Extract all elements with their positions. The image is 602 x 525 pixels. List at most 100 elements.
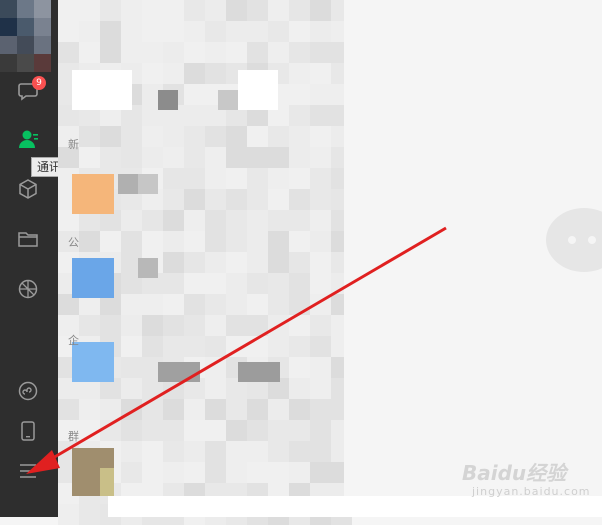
mosaic-cell <box>268 441 289 462</box>
mosaic-cell <box>268 21 289 42</box>
mosaic-cell <box>184 63 205 84</box>
mosaic-cell <box>205 357 226 378</box>
folder-icon[interactable] <box>17 228 39 250</box>
mosaic-cell <box>205 273 226 294</box>
wechat-logo-icon <box>546 208 602 272</box>
mosaic-cell <box>226 42 247 63</box>
miniprogram-icon[interactable] <box>17 380 39 402</box>
mosaic-cell <box>205 336 226 357</box>
section-glyph-group: 群 <box>68 430 79 443</box>
mosaic-cell <box>289 168 310 189</box>
mosaic-cell <box>184 420 205 441</box>
mosaic-cell <box>310 420 331 441</box>
mosaic-cell <box>142 147 163 168</box>
mosaic-cell <box>121 210 142 231</box>
mosaic-cell <box>163 42 184 63</box>
mosaic-cell <box>79 126 100 147</box>
mosaic-cell <box>310 441 331 462</box>
mosaic-cell <box>100 0 121 21</box>
mosaic-cell <box>289 21 310 42</box>
mosaic-cell <box>163 420 184 441</box>
mosaic-cell <box>184 189 205 210</box>
mosaic-cell <box>268 336 289 357</box>
mosaic-cell <box>184 252 205 273</box>
mosaic-cell <box>142 21 163 42</box>
mosaic-cell <box>142 63 163 84</box>
mosaic-cell <box>289 42 310 63</box>
mosaic-cell <box>205 63 226 84</box>
mosaic-cell <box>289 315 310 336</box>
mosaic-cell <box>226 420 247 441</box>
mosaic-cell <box>205 189 226 210</box>
mosaic-cell <box>310 336 331 357</box>
mosaic-cell <box>121 21 142 42</box>
mosaic-cell <box>184 294 205 315</box>
mosaic-accent <box>72 258 114 298</box>
mosaic-cell <box>184 147 205 168</box>
mosaic-cell <box>310 63 331 84</box>
mosaic-cell <box>310 168 331 189</box>
mosaic-cell <box>121 441 142 462</box>
section-glyph-new: 新 <box>68 138 79 151</box>
mosaic-cell <box>142 231 163 252</box>
mosaic-cell <box>268 273 289 294</box>
mosaic-cell <box>310 21 331 42</box>
mosaic-cell <box>184 84 205 105</box>
mosaic-cell <box>184 462 205 483</box>
menu-icon[interactable] <box>17 460 39 482</box>
mosaic-cell <box>121 315 142 336</box>
mosaic-cell <box>100 399 121 420</box>
mosaic-cell <box>163 294 184 315</box>
mosaic-cell <box>310 231 331 252</box>
mosaic-cell <box>226 315 247 336</box>
mosaic-cell <box>121 294 142 315</box>
mosaic-cell <box>79 420 100 441</box>
moments-icon[interactable] <box>17 278 39 300</box>
contact-list[interactable]: 新 公 企 群 <box>58 0 352 525</box>
mosaic-cell <box>184 210 205 231</box>
mosaic-cell <box>247 441 268 462</box>
mosaic-cell <box>184 126 205 147</box>
mosaic-cell <box>184 0 205 21</box>
mosaic-cell <box>310 399 331 420</box>
mosaic-cell <box>58 21 79 42</box>
mosaic-cell <box>205 168 226 189</box>
mosaic-cell <box>184 399 205 420</box>
contacts-icon[interactable] <box>17 128 39 150</box>
unread-badge: 9 <box>32 76 46 90</box>
mosaic-cell <box>184 273 205 294</box>
mosaic-cell <box>79 504 100 525</box>
mosaic-cell <box>58 399 79 420</box>
mosaic-cell <box>310 273 331 294</box>
mosaic-cell <box>142 0 163 21</box>
mosaic-cell <box>79 231 100 252</box>
mosaic-cell <box>100 231 121 252</box>
phone-icon[interactable] <box>17 420 39 442</box>
mosaic-cell <box>205 378 226 399</box>
mosaic-cell <box>226 168 247 189</box>
mosaic-cell <box>226 0 247 21</box>
mosaic-cell <box>310 0 331 21</box>
mosaic-cell <box>142 462 163 483</box>
mosaic-cell <box>163 21 184 42</box>
avatar[interactable] <box>0 0 52 72</box>
cube-icon[interactable] <box>17 178 39 200</box>
mosaic-cell <box>100 420 121 441</box>
mosaic-cell <box>289 231 310 252</box>
mosaic-cell <box>310 294 331 315</box>
mosaic-cell <box>184 21 205 42</box>
baidu-watermark: Baidu经验 jingyan.baidu.com <box>462 453 597 513</box>
mosaic-cell <box>79 0 100 21</box>
mosaic-accent <box>138 174 158 194</box>
mosaic-accent <box>138 258 158 278</box>
mosaic-cell <box>205 126 226 147</box>
mosaic-cell <box>121 42 142 63</box>
mosaic-cell <box>289 378 310 399</box>
mosaic-cell <box>226 294 247 315</box>
mosaic-accent <box>118 174 138 194</box>
mosaic-cell <box>205 210 226 231</box>
mosaic-cell <box>268 189 289 210</box>
watermark-sub: jingyan.baidu.com <box>472 485 591 498</box>
mosaic-cell <box>289 105 310 126</box>
mosaic-cell <box>310 84 331 105</box>
